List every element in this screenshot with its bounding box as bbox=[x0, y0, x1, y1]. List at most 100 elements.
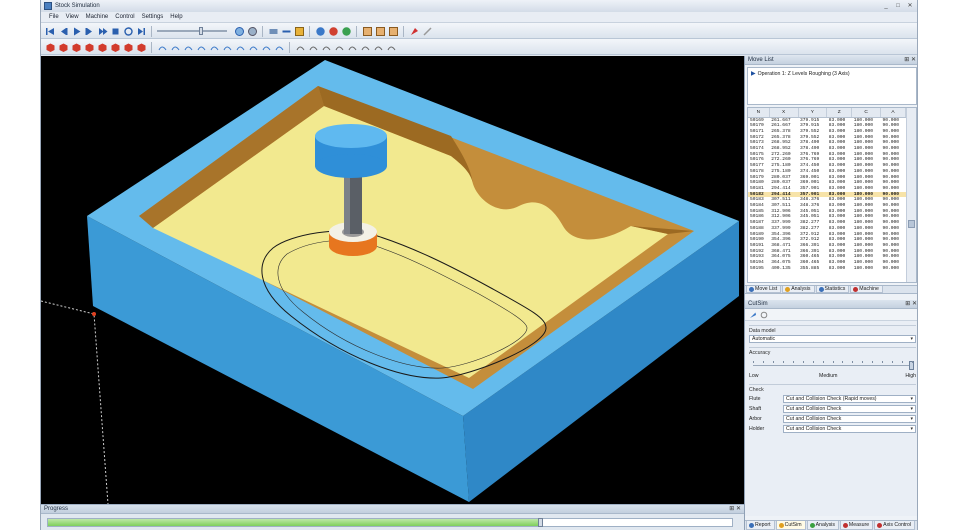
play-icon[interactable] bbox=[71, 26, 82, 37]
tab-icon bbox=[809, 522, 815, 528]
tab-label: Axis Control bbox=[883, 522, 912, 528]
toolpath-icon[interactable] bbox=[157, 42, 168, 53]
menu-view[interactable]: View bbox=[66, 14, 79, 20]
loop-icon[interactable] bbox=[123, 26, 134, 37]
view-back-icon[interactable] bbox=[84, 42, 95, 53]
axis-icon[interactable] bbox=[375, 26, 386, 37]
view-front-icon[interactable] bbox=[71, 42, 82, 53]
probe-icon[interactable] bbox=[422, 26, 433, 37]
grid-icon[interactable] bbox=[388, 26, 399, 37]
arbor-select[interactable]: Cut and Collision Check ▾ bbox=[783, 415, 916, 423]
progress-thumb[interactable] bbox=[538, 518, 544, 527]
accuracy-slider[interactable] bbox=[749, 359, 916, 373]
collision-icon[interactable] bbox=[274, 42, 285, 53]
minimize-button[interactable]: _ bbox=[881, 2, 891, 10]
shade-icon[interactable] bbox=[315, 26, 326, 37]
help-icon[interactable] bbox=[386, 42, 397, 53]
column-header[interactable]: X bbox=[769, 108, 799, 118]
view-bottom-icon[interactable] bbox=[123, 42, 134, 53]
compare-icon[interactable] bbox=[308, 42, 319, 53]
cutsim-pin-icon[interactable]: ⊞ ✕ bbox=[905, 300, 917, 309]
skip-icon[interactable] bbox=[136, 26, 147, 37]
column-header[interactable]: A bbox=[880, 108, 907, 118]
view-right-icon[interactable] bbox=[110, 42, 121, 53]
green-ball-icon[interactable] bbox=[341, 26, 352, 37]
clip-icon[interactable] bbox=[334, 42, 345, 53]
color-icon[interactable] bbox=[294, 26, 305, 37]
wireframe-icon[interactable] bbox=[196, 42, 207, 53]
view-left-icon[interactable] bbox=[97, 42, 108, 53]
tab-analysis[interactable]: Analysis bbox=[782, 286, 815, 293]
view-top-icon[interactable] bbox=[58, 42, 69, 53]
measure-icon[interactable] bbox=[321, 42, 332, 53]
menu-file[interactable]: File bbox=[49, 14, 59, 20]
speed-slider-track[interactable] bbox=[157, 30, 227, 32]
progress-pin-icon[interactable]: ⊞ ✕ bbox=[729, 505, 741, 514]
close-button[interactable]: ✕ bbox=[905, 2, 915, 10]
slider-tick bbox=[832, 361, 834, 363]
column-header[interactable]: Y bbox=[798, 108, 828, 118]
shaft-select[interactable]: Cut and Collision Check ▾ bbox=[783, 405, 916, 413]
layers-icon[interactable] bbox=[268, 26, 279, 37]
column-header[interactable]: Z bbox=[826, 108, 853, 118]
speed-slider-thumb[interactable] bbox=[199, 27, 203, 35]
rewind-start-icon[interactable] bbox=[45, 26, 56, 37]
tab-icon bbox=[818, 286, 824, 292]
column-header[interactable]: N bbox=[748, 108, 770, 118]
wrench-icon[interactable] bbox=[749, 311, 757, 319]
tab-measure[interactable]: Measure bbox=[839, 521, 874, 530]
move-list-scroll-thumb[interactable] bbox=[908, 220, 915, 228]
tools-icon[interactable] bbox=[760, 311, 768, 319]
tab-axis-control[interactable]: Axis Control bbox=[874, 521, 916, 530]
fixture-icon[interactable] bbox=[222, 42, 233, 53]
operation-list[interactable]: ▶ Operation 1: Z Levels Roughing (3 Axis… bbox=[747, 67, 917, 105]
maximize-button[interactable]: □ bbox=[893, 2, 903, 10]
table-row[interactable]: 50195 400.135 355.885 83.000 180.000 90.000 bbox=[748, 266, 906, 272]
fast-forward-icon[interactable] bbox=[97, 26, 108, 37]
tab-label: Report bbox=[755, 522, 771, 528]
operation-play-icon[interactable]: ▶ bbox=[751, 71, 756, 77]
stop-icon[interactable] bbox=[110, 26, 121, 37]
slider-tick bbox=[762, 361, 764, 363]
stock-icon[interactable] bbox=[209, 42, 220, 53]
export-icon[interactable] bbox=[360, 42, 371, 53]
column-header[interactable]: C bbox=[851, 108, 881, 118]
view-iso-icon[interactable] bbox=[136, 42, 147, 53]
holder-select[interactable]: Cut and Collision Check ▾ bbox=[783, 425, 916, 433]
step-forward-icon[interactable] bbox=[84, 26, 95, 37]
options-icon[interactable] bbox=[373, 42, 384, 53]
holder-icon[interactable] bbox=[248, 42, 259, 53]
tab-analysis[interactable]: Analysis bbox=[806, 521, 839, 530]
zoom-fit-icon[interactable] bbox=[234, 26, 245, 37]
flute-select[interactable]: Cut and Collision Check (Rapid moves) ▾ bbox=[783, 395, 916, 403]
view-default-icon[interactable] bbox=[45, 42, 56, 53]
part-icon[interactable] bbox=[235, 42, 246, 53]
cutter-icon[interactable] bbox=[261, 42, 272, 53]
machine-icon[interactable] bbox=[362, 26, 373, 37]
red-ball-icon[interactable] bbox=[328, 26, 339, 37]
transparency-icon[interactable] bbox=[183, 42, 194, 53]
data-model-select[interactable]: Automatic ▾ bbox=[749, 335, 916, 343]
operation-label[interactable]: Operation 1: Z Levels Roughing (3 Axis) bbox=[758, 71, 850, 77]
step-back-icon[interactable] bbox=[58, 26, 69, 37]
menu-control[interactable]: Control bbox=[115, 14, 134, 20]
move-list-scrollbar[interactable] bbox=[906, 108, 916, 282]
menu-help[interactable]: Help bbox=[170, 14, 182, 20]
tab-cutsim[interactable]: CutSim bbox=[775, 521, 806, 530]
pin-icon[interactable]: ⊞ ✕ bbox=[904, 56, 916, 65]
tab-move-list[interactable]: Move List bbox=[746, 286, 782, 293]
progress-bar[interactable] bbox=[47, 518, 733, 527]
tab-machine[interactable]: Machine bbox=[850, 286, 883, 293]
tool-icon[interactable] bbox=[409, 26, 420, 37]
gouge-icon[interactable] bbox=[295, 42, 306, 53]
view-icon[interactable] bbox=[281, 26, 292, 37]
tab-report[interactable]: Report bbox=[746, 521, 775, 530]
tab-statistics[interactable]: Statistics bbox=[815, 286, 850, 293]
menu-settings[interactable]: Settings bbox=[142, 14, 164, 20]
move-list-table[interactable]: NXYZCA 50169 261.667 379.915 83.000 180.000 9… bbox=[747, 107, 917, 283]
section-icon[interactable] bbox=[170, 42, 181, 53]
settings-icon[interactable] bbox=[247, 26, 258, 37]
3d-viewport[interactable] bbox=[41, 56, 744, 504]
capture-icon[interactable] bbox=[347, 42, 358, 53]
menu-machine[interactable]: Machine bbox=[86, 14, 109, 20]
